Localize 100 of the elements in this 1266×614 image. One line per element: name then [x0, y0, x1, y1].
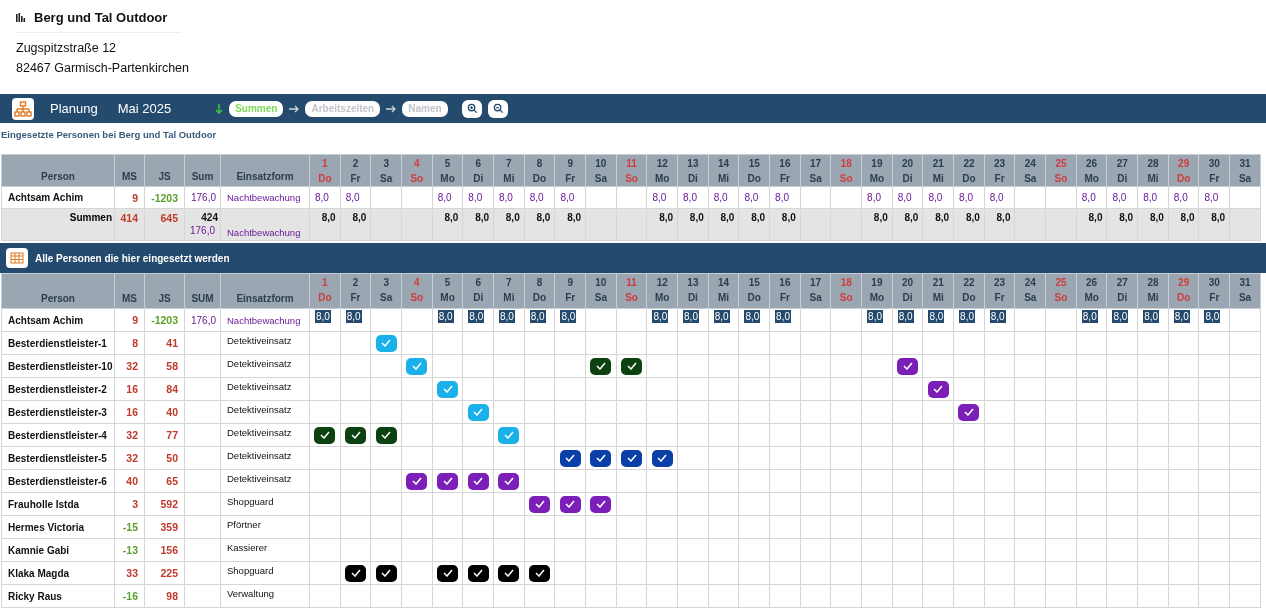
checkmark-badge[interactable]	[437, 380, 458, 398]
checkmark-badge[interactable]	[958, 403, 980, 421]
checkmark-badge[interactable]	[927, 380, 949, 398]
table-cell: 8,0	[493, 208, 525, 241]
hours-badge[interactable]: 8,0	[959, 310, 975, 323]
day-number: 17	[809, 276, 823, 290]
day-number: 3	[382, 157, 390, 171]
hours-badge[interactable]: 8,0	[1081, 310, 1098, 323]
checkmark-badge[interactable]	[406, 472, 428, 490]
table-cell: Kassierer	[220, 538, 310, 562]
table-cell: -13	[114, 538, 145, 562]
hours-badge[interactable]: 8,0	[1173, 310, 1190, 323]
table-cell: Nachtbewachung	[220, 186, 310, 209]
table-cell: Detektiveinsatz	[220, 377, 310, 401]
checkmark-badge[interactable]	[590, 495, 612, 513]
hours-badge[interactable]: 8,0	[560, 310, 577, 323]
table-cell: 8,0	[922, 186, 954, 209]
zoom-in-button[interactable]	[462, 99, 483, 118]
table-cell: 225	[144, 561, 185, 585]
table-cell: 8,0	[892, 208, 923, 241]
checkmark-badge[interactable]	[498, 472, 520, 490]
table-cell: 8,0	[1168, 186, 1199, 209]
weekday-label: Fr	[564, 291, 577, 305]
weekday-label: Fr	[778, 291, 791, 305]
table-cell: 8,0	[462, 208, 494, 241]
hours-badge[interactable]: 8,0	[989, 310, 1006, 323]
checkmark-badge[interactable]	[559, 449, 581, 467]
hours-badge[interactable]: 8,0	[683, 310, 699, 323]
table-cell: 8,0	[1106, 186, 1138, 209]
hours-badge[interactable]: 8,0	[652, 310, 669, 323]
weekday-label: Di	[901, 291, 914, 305]
table-cell: 8,0	[1199, 186, 1230, 209]
weekday-label: Mi	[1146, 291, 1160, 305]
sum-total: 424	[200, 212, 218, 223]
table-cell: Shopguard	[220, 492, 310, 516]
day-number: 21	[931, 276, 945, 290]
checkmark-badge[interactable]	[559, 495, 581, 513]
hours-badge[interactable]: 8,0	[468, 310, 485, 323]
org-chart-icon	[12, 97, 34, 120]
hours-badge[interactable]: 8,0	[744, 310, 761, 323]
hours-badge[interactable]: 8,0	[437, 310, 454, 323]
checkmark-badge[interactable]	[498, 564, 520, 582]
day-number: 21	[931, 157, 945, 171]
day-number: 15	[747, 276, 761, 290]
weekday-label: Sa	[593, 291, 608, 305]
checkmark-badge[interactable]	[467, 564, 489, 582]
checkmark-badge[interactable]	[375, 426, 397, 444]
checkmark-badge[interactable]	[467, 403, 489, 421]
weekday-label: So	[409, 172, 425, 186]
checkmark-badge[interactable]	[529, 495, 551, 513]
weekday-label: Mi	[502, 291, 516, 305]
day-number: 8	[535, 276, 544, 290]
column-header: MS	[114, 154, 145, 187]
checkmark-badge[interactable]	[314, 426, 336, 444]
hours-badge[interactable]: 8,0	[1204, 310, 1221, 323]
checkmark-badge[interactable]	[375, 564, 397, 582]
checkmark-badge[interactable]	[897, 357, 919, 375]
hours-badge[interactable]: 8,0	[1112, 310, 1129, 323]
column-header: Einsatzform	[220, 154, 310, 187]
hours-badge[interactable]: 8,0	[928, 310, 945, 323]
hours-badge[interactable]: 8,0	[897, 310, 914, 323]
zoom-out-button[interactable]	[488, 99, 509, 118]
checkmark-badge[interactable]	[621, 357, 643, 375]
section-subtitle: Eingesetzte Personen bei Berg und Tal Outdoor	[1, 129, 218, 140]
checkmark-badge[interactable]	[498, 426, 520, 444]
checkmark-badge[interactable]	[529, 564, 551, 582]
table-cell: 9	[114, 308, 145, 332]
table-cell: Nachtbewachung	[220, 208, 310, 241]
checkmark-badge[interactable]	[437, 564, 458, 582]
weekday-label: Sa	[593, 172, 608, 186]
hours-badge[interactable]: 8,0	[1143, 310, 1160, 323]
day-number: 20	[901, 157, 915, 171]
checkmark-badge[interactable]	[590, 357, 612, 375]
day-number: 9	[566, 157, 574, 171]
table-cell: 8,0	[1137, 186, 1169, 209]
hours-badge[interactable]: 8,0	[529, 310, 546, 323]
hours-badge[interactable]: 8,0	[713, 310, 730, 323]
checkmark-badge[interactable]	[345, 564, 366, 582]
hours-badge[interactable]: 8,0	[345, 310, 362, 323]
day-number: 25	[1054, 276, 1068, 290]
checkmark-badge[interactable]	[375, 334, 397, 352]
day-number: 29	[1177, 276, 1191, 290]
checkmark-badge[interactable]	[590, 449, 612, 467]
hours-badge[interactable]: 8,0	[867, 310, 883, 323]
zoom-in-icon	[466, 103, 478, 114]
checkmark-badge[interactable]	[621, 449, 643, 467]
hours-badge[interactable]: 8,0	[775, 310, 791, 323]
checkmark-badge[interactable]	[467, 472, 489, 490]
checkmark-badge[interactable]	[437, 472, 458, 490]
column-header: JS	[144, 273, 185, 309]
weekday-label: Mo	[868, 291, 886, 305]
table-cell: 8,0	[1076, 208, 1107, 241]
hours-badge[interactable]: 8,0	[499, 310, 515, 323]
hours-badge[interactable]: 8,0	[315, 310, 331, 323]
table-cell: 8,0	[984, 186, 1015, 209]
table-cell: Detektiveinsatz	[220, 331, 310, 355]
checkmark-badge[interactable]	[345, 426, 366, 444]
checkmark-badge[interactable]	[651, 449, 673, 467]
day-number: 2	[351, 276, 360, 290]
checkmark-badge[interactable]	[406, 357, 428, 375]
